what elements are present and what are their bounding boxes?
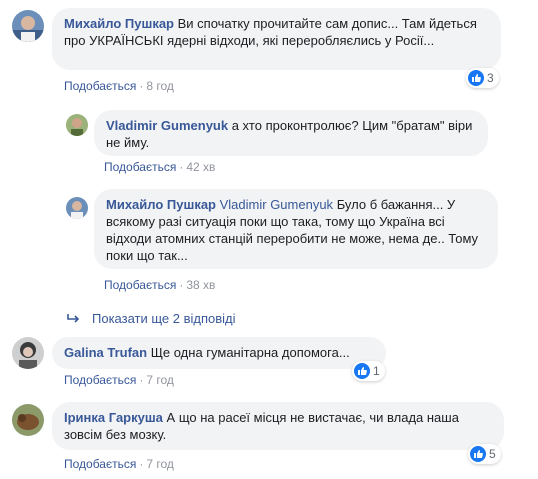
reaction-count-value: 3 bbox=[487, 71, 494, 85]
comment-author[interactable]: Михайло Пушкар bbox=[106, 197, 216, 212]
comment-bubble: Михайло Пушкар Ви спочатку прочитайте са… bbox=[52, 8, 501, 70]
show-more-replies-link[interactable]: Показати ще 2 відповіді bbox=[66, 311, 236, 326]
comment-author[interactable]: Vladimir Gumenyuk bbox=[106, 118, 228, 133]
thumbs-up-icon bbox=[354, 363, 370, 379]
like-link[interactable]: Подобається bbox=[64, 457, 136, 471]
comment-time[interactable]: 38 хв bbox=[186, 278, 215, 292]
thumbs-up-icon bbox=[470, 446, 486, 462]
comment-time[interactable]: 7 год bbox=[146, 373, 174, 387]
comment-bubble: Vladimir Gumenyuk а хто проконтролює? Ци… bbox=[94, 110, 488, 156]
avatar[interactable] bbox=[12, 404, 44, 436]
comment-bubble: Galina Trufan Ще одна гуманітарна допомо… bbox=[52, 337, 386, 369]
show-more-replies-label: Показати ще 2 відповіді bbox=[92, 311, 236, 326]
separator: · bbox=[139, 79, 144, 93]
thumbs-up-icon bbox=[468, 70, 484, 86]
like-link[interactable]: Подобається bbox=[104, 160, 176, 174]
separator: · bbox=[139, 457, 144, 471]
like-link[interactable]: Подобається bbox=[64, 79, 136, 93]
avatar[interactable] bbox=[66, 197, 88, 219]
reaction-count[interactable]: 1 bbox=[352, 361, 385, 381]
avatar[interactable] bbox=[12, 337, 44, 369]
reaction-count-value: 5 bbox=[489, 447, 496, 461]
comment-actions: Подобається · 7 год bbox=[64, 373, 174, 387]
separator: · bbox=[139, 373, 144, 387]
comment-actions: Подобається · 7 год bbox=[64, 457, 174, 471]
separator: · bbox=[179, 160, 184, 174]
mention-link[interactable]: Vladimir Gumenyuk bbox=[220, 197, 333, 212]
comment-bubble: Михайло Пушкар Vladimir Gumenyuk Було б … bbox=[94, 189, 498, 269]
like-link[interactable]: Подобається bbox=[104, 278, 176, 292]
comment-bubble: Іринка Гаркуша А що на расеї місця не ви… bbox=[52, 402, 504, 450]
comment-actions: Подобається · 42 хв bbox=[104, 160, 215, 174]
comment-text: Ще одна гуманітарна допомога... bbox=[150, 345, 350, 360]
reaction-count[interactable]: 5 bbox=[468, 444, 501, 464]
comment-author[interactable]: Іринка Гаркуша bbox=[64, 410, 163, 425]
comment-actions: Подобається · 8 год bbox=[64, 79, 174, 93]
avatar[interactable] bbox=[12, 10, 44, 42]
reaction-count-value: 1 bbox=[373, 364, 380, 378]
avatar[interactable] bbox=[66, 114, 88, 136]
reply-arrow-icon bbox=[67, 313, 80, 323]
separator: · bbox=[179, 278, 184, 292]
comment-author[interactable]: Galina Trufan bbox=[64, 345, 147, 360]
like-link[interactable]: Подобається bbox=[64, 373, 136, 387]
comment-author[interactable]: Михайло Пушкар bbox=[64, 16, 174, 31]
comment-time[interactable]: 42 хв bbox=[186, 160, 215, 174]
comment-actions: Подобається · 38 хв bbox=[104, 278, 215, 292]
comment-time[interactable]: 7 год bbox=[146, 457, 174, 471]
reaction-count[interactable]: 3 bbox=[466, 68, 499, 88]
comment-time[interactable]: 8 год bbox=[146, 79, 174, 93]
